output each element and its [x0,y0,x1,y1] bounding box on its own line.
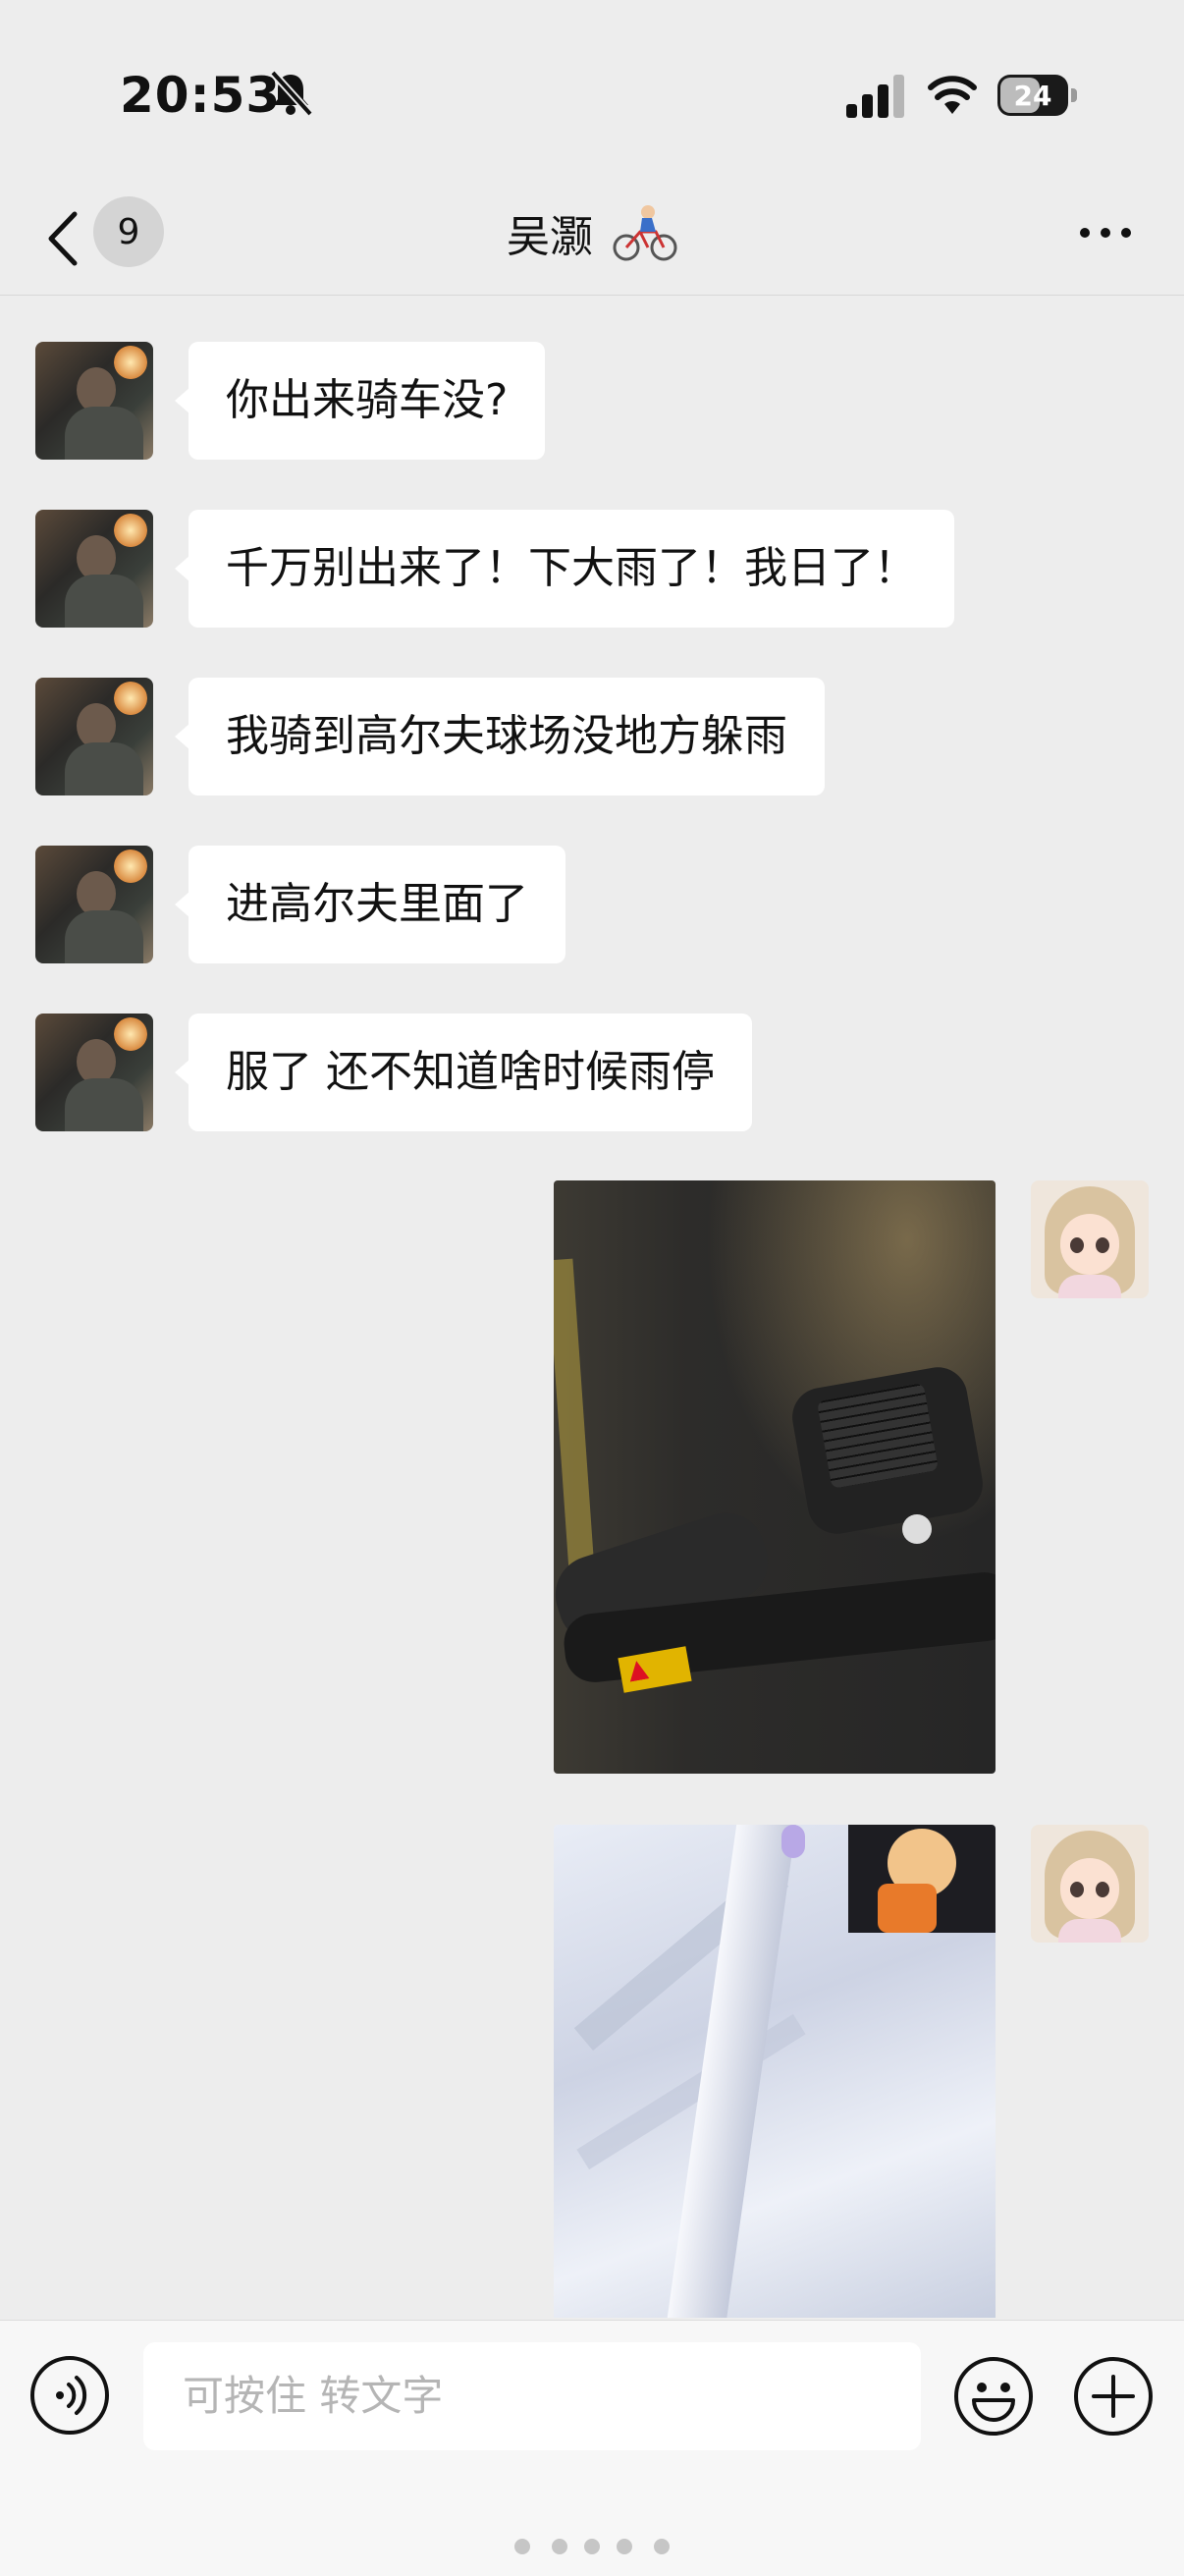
contact-avatar[interactable] [35,846,153,963]
status-time: 20:53 [120,67,282,124]
signal-icon [846,75,904,118]
bell-muted-icon [270,70,313,117]
contact-avatar[interactable] [35,510,153,628]
contact-name: 吴灏 [507,212,593,262]
message-bubble[interactable]: 进高尔夫里面了 [175,846,565,963]
my-avatar[interactable] [1031,1825,1149,1943]
more-dots-icon[interactable] [1078,226,1133,240]
emoji-icon[interactable] [952,2355,1035,2438]
message-bubble[interactable]: 服了 还不知道啥时候雨停 [175,1014,752,1131]
message-bubble[interactable]: 你出来骑车没? [174,342,546,460]
wifi-icon [928,76,977,114]
input-bar: 可按住 转文字 [0,2320,1184,2576]
voice-input-icon[interactable] [29,2355,110,2436]
my-avatar[interactable] [1031,1180,1149,1298]
home-indicator [514,2539,670,2554]
message-input[interactable]: 可按住 转文字 [143,2342,921,2450]
status-bar: 20:53 24 [0,0,1184,187]
image-message-fabric[interactable] [554,1825,996,2318]
plus-icon[interactable] [1072,2355,1155,2438]
chat-title: 吴灏 [0,201,1184,264]
cyclist-emoji-icon [613,205,677,261]
image-message-bike[interactable] [554,1180,996,1774]
contact-avatar[interactable] [35,342,153,460]
message-bubble[interactable]: 千万别出来了！下大雨了！我日了！ [175,510,954,628]
battery-level: 24 [1013,79,1052,112]
contact-avatar[interactable] [35,1014,153,1131]
contact-avatar[interactable] [35,678,153,795]
battery-icon: 24 [997,75,1078,116]
message-bubble[interactable]: 我骑到高尔夫球场没地方躲雨 [175,678,825,795]
